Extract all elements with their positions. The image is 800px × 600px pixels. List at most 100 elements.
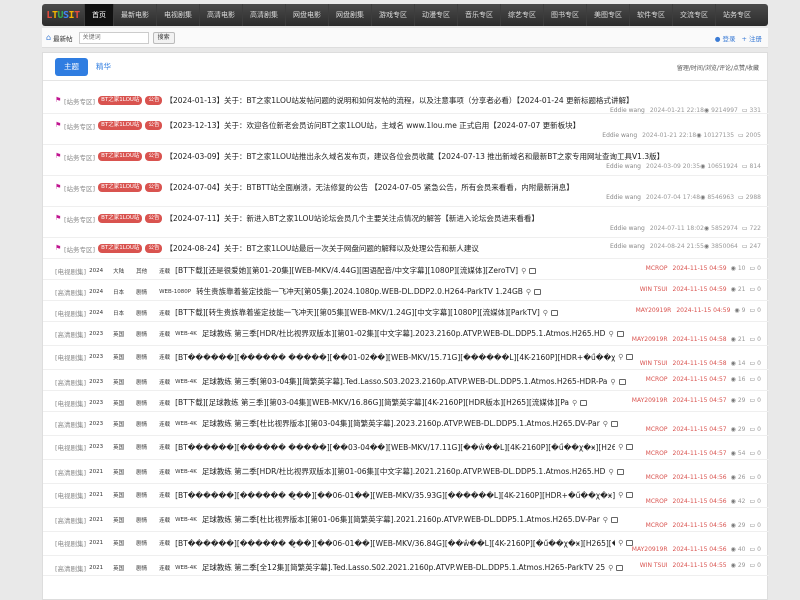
year-tag[interactable]: 2023: [89, 400, 108, 406]
genre-tag[interactable]: 剧情: [136, 330, 154, 338]
register-link[interactable]: + 注册: [741, 33, 762, 43]
thread-title[interactable]: 【2023-12-13】关于：欢迎各位新老会员访问BT之家1LOU站，主域名 w…: [165, 120, 580, 131]
genre-tag[interactable]: 剧情: [136, 564, 154, 572]
category-link[interactable]: [电视剧集]: [55, 308, 86, 318]
region-tag[interactable]: 英国: [113, 420, 131, 428]
tag-badge[interactable]: 公告: [145, 152, 163, 161]
thread-title[interactable]: 足球教练 第三季[杜比视界版本][第03-04集][简繁英字幕].2023.21…: [202, 418, 600, 429]
region-tag[interactable]: 英国: [113, 539, 131, 547]
resolution-tag[interactable]: WEB-4K: [175, 469, 197, 475]
region-tag[interactable]: 英国: [113, 468, 131, 476]
sort-options[interactable]: 留理/时间/浏览/评论/点赞/收藏: [677, 63, 759, 72]
author-name[interactable]: MCROP: [646, 498, 668, 505]
thread-title[interactable]: 足球教练 第三季[HDR/杜比视界双版本][第01-02集][中文字幕].202…: [202, 328, 606, 339]
category-link[interactable]: [电视剧集]: [55, 266, 86, 276]
resolution-tag[interactable]: WEB-4K: [175, 379, 197, 385]
tag-badge[interactable]: BT之家1LOU站: [98, 214, 143, 223]
nav-link[interactable]: 电视剧集: [156, 4, 199, 26]
nav-link[interactable]: 音乐专区: [457, 4, 500, 26]
tag-badge[interactable]: 公告: [145, 214, 163, 223]
author-name[interactable]: WIN TSUI: [640, 360, 668, 367]
breadcrumb-current[interactable]: 最新帖: [53, 33, 73, 43]
year-tag[interactable]: 2021: [89, 517, 108, 523]
author-name[interactable]: MCROP: [646, 450, 668, 457]
status-tag[interactable]: 连载: [159, 309, 170, 317]
nav-link[interactable]: 最新电影: [113, 4, 156, 26]
author-name[interactable]: MAY20919R: [636, 307, 672, 314]
year-tag[interactable]: 2023: [89, 354, 108, 360]
status-tag[interactable]: 连载: [159, 468, 170, 476]
category-link[interactable]: [高清剧集]: [55, 329, 86, 339]
search-input[interactable]: [78, 31, 149, 44]
region-tag[interactable]: 英国: [113, 399, 131, 407]
login-link[interactable]: ● 登录: [715, 33, 736, 43]
genre-tag[interactable]: 剧情: [136, 516, 154, 524]
genre-tag[interactable]: 剧情: [136, 539, 154, 547]
author-name[interactable]: WIN TSUI: [640, 286, 668, 293]
status-tag[interactable]: 连载: [159, 539, 170, 547]
year-tag[interactable]: 2021: [89, 565, 108, 571]
author-name[interactable]: MCROP: [646, 376, 668, 383]
category-link[interactable]: [电视剧集]: [55, 398, 86, 408]
tag-badge[interactable]: BT之家1LOU站: [98, 183, 143, 192]
thread-title[interactable]: [BT下载][足球教练 第三季][第03-04集][WEB-MKV/16.86G…: [175, 397, 569, 408]
year-tag[interactable]: 2023: [89, 421, 108, 427]
author-name[interactable]: Eddie wang: [610, 107, 645, 114]
category-link[interactable]: [高清剧集]: [55, 287, 86, 297]
tag-badge[interactable]: BT之家1LOU站: [98, 244, 143, 253]
author-name[interactable]: MAY20919R: [632, 336, 668, 343]
year-tag[interactable]: 2023: [89, 379, 108, 385]
tag-badge[interactable]: 公告: [145, 121, 163, 130]
category-link[interactable]: [高清剧集]: [55, 515, 86, 525]
author-name[interactable]: MCROP: [646, 522, 668, 529]
genre-tag[interactable]: 剧情: [136, 491, 154, 499]
resolution-tag[interactable]: WEB-4K: [175, 421, 197, 427]
genre-tag[interactable]: 剧情: [136, 399, 154, 407]
author-name[interactable]: Eddie wang: [610, 225, 645, 232]
region-tag[interactable]: 英国: [113, 516, 131, 524]
category-link[interactable]: [电视剧集]: [55, 352, 86, 362]
author-name[interactable]: MCROP: [646, 474, 668, 481]
thread-title[interactable]: [BT������][������ �̮��][��06-01��][WEB-M…: [175, 539, 615, 548]
status-tag[interactable]: 连载: [159, 420, 170, 428]
thread-title[interactable]: 足球教练 第三季[第03-04集][简繁英字幕].Ted.Lasso.S03.2…: [202, 376, 607, 387]
thread-title[interactable]: 【2024-08-24】关于：BT之家1LOU站最后一次关于网盘问题的解释以及处…: [165, 243, 478, 254]
author-name[interactable]: Eddie wang: [606, 163, 641, 170]
nav-link[interactable]: 网盘电影: [285, 4, 328, 26]
category-link[interactable]: [高清剧集]: [55, 563, 86, 573]
year-tag[interactable]: 2023: [89, 444, 108, 450]
category-link[interactable]: [站务专区]: [64, 96, 95, 106]
category-link[interactable]: [高清剧集]: [55, 377, 86, 387]
site-logo[interactable]: LTUSIT: [42, 4, 84, 26]
year-tag[interactable]: 2021: [89, 469, 108, 475]
author-name[interactable]: MCROP: [646, 265, 668, 272]
author-name[interactable]: Eddie wang: [602, 132, 637, 139]
tag-badge[interactable]: 公告: [145, 96, 163, 105]
thread-title[interactable]: 【2024-07-04】关于：BTBTT站全面崩溃，无法修复的公告 【2024-…: [165, 182, 573, 193]
status-tag[interactable]: 连载: [159, 353, 170, 361]
genre-tag[interactable]: 其他: [136, 267, 154, 275]
nav-link[interactable]: 高清剧集: [242, 4, 285, 26]
region-tag[interactable]: 英国: [113, 491, 131, 499]
thread-title[interactable]: [BT������][������ �̮��][��06-01��][WEB-M…: [175, 491, 615, 500]
resolution-tag[interactable]: WEB-4K: [175, 331, 197, 337]
tag-badge[interactable]: 公告: [145, 244, 163, 253]
tab-topics[interactable]: 主题: [55, 58, 88, 76]
year-tag[interactable]: 2024: [89, 268, 108, 274]
thread-title[interactable]: [BT������][������ �����][��01-02��][WEB-…: [175, 353, 615, 362]
region-tag[interactable]: 英国: [113, 330, 131, 338]
author-name[interactable]: MAY20919R: [632, 397, 668, 404]
category-link[interactable]: [站务专区]: [64, 152, 95, 162]
status-tag[interactable]: 连载: [159, 443, 170, 451]
nav-link[interactable]: 首页: [84, 4, 113, 26]
genre-tag[interactable]: 剧情: [136, 420, 154, 428]
thread-title[interactable]: 【2024-07-11】关于：新进入BT之家1LOU站论坛会员几个主要关注点情况…: [165, 213, 538, 224]
thread-title[interactable]: [BT������][������ �����][��03-04��][WEB-…: [175, 443, 615, 452]
author-name[interactable]: MCROP: [646, 426, 668, 433]
status-tag[interactable]: 连载: [159, 267, 170, 275]
status-tag[interactable]: 连载: [159, 516, 170, 524]
genre-tag[interactable]: 剧情: [136, 353, 154, 361]
tag-badge[interactable]: BT之家1LOU站: [98, 121, 143, 130]
category-link[interactable]: [站务专区]: [64, 214, 95, 224]
home-icon[interactable]: ⌂: [46, 33, 51, 42]
